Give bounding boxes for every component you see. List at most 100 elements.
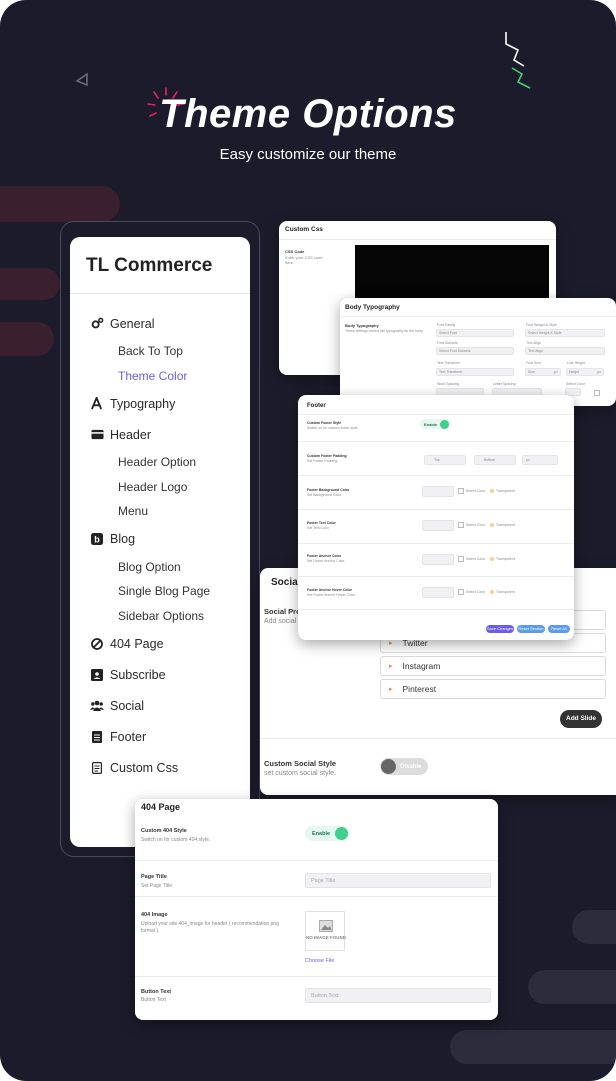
font-icon: [90, 397, 104, 411]
text-align-label: Text Align: [526, 341, 541, 345]
field-label: Footer Background Color: [307, 488, 350, 492]
sidebar-item-404-page[interactable]: 404 Page: [70, 628, 250, 659]
padding-top-input[interactable]: Top: [424, 455, 466, 465]
field-label: Footer Anchor Color: [307, 554, 342, 558]
field-desc: Upload your site 404_image for header ( …: [141, 921, 279, 934]
field-label: Social Pro: [264, 607, 301, 616]
sidebar-subitem-theme-color[interactable]: Theme Color: [70, 364, 250, 389]
save-changes-button[interactable]: Save Changes: [486, 625, 514, 633]
text-transform-select[interactable]: Text Transform: [436, 368, 514, 376]
sidebar-item-label: Social: [110, 698, 145, 713]
social-link-item[interactable]: ▸ Instagram: [380, 656, 606, 676]
reset-all-button[interactable]: Reset All: [548, 625, 570, 633]
add-slide-button[interactable]: Add Slide: [560, 710, 602, 728]
line-height-input[interactable]: Height px: [566, 368, 604, 376]
toggle-label: Enable: [424, 421, 438, 427]
text-align-select[interactable]: Text Align: [525, 347, 605, 355]
social-link-label: Instagram: [402, 661, 441, 671]
sidebar-item-header[interactable]: Header: [70, 419, 250, 450]
select-color-checkbox[interactable]: [458, 522, 464, 528]
footer-panel: Footer Custom Footer Style Switch on for…: [298, 395, 574, 640]
deco-bar: [450, 1030, 616, 1064]
panel-title: Body Typography: [345, 304, 400, 311]
transparent-checkbox[interactable]: [594, 390, 600, 396]
sidebar-subitem-single-blog-page[interactable]: Single Blog Page: [70, 579, 250, 604]
sidebar-item-custom-css[interactable]: Custom Css: [70, 752, 250, 783]
field-desc: Set Footer Anchor Color: [307, 559, 345, 563]
field-label: Button Text: [141, 989, 172, 995]
sidebar-item-social[interactable]: Social: [70, 690, 250, 721]
font-family-select[interactable]: Select Font: [436, 329, 514, 337]
select-color-checkbox[interactable]: [458, 488, 464, 494]
triangle-icon: [75, 72, 88, 87]
sidebar-subitem-header-logo[interactable]: Header Logo: [70, 475, 250, 500]
sidebar-item-subscribe[interactable]: Subscribe: [70, 659, 250, 690]
page-title-input[interactable]: Page Title: [305, 873, 491, 888]
arrow-icon: ▸: [389, 663, 393, 670]
users-icon: [90, 699, 104, 713]
promo-canvas: Theme Options Easy customize our theme T…: [0, 0, 616, 1081]
select-color-checkbox[interactable]: [458, 556, 464, 562]
select-color-label: Select Color: [466, 489, 486, 493]
anchor-hover-color-swatch[interactable]: [422, 587, 454, 598]
custom-404-toggle[interactable]: Enable: [305, 826, 349, 841]
zigzag-icon: [505, 32, 531, 89]
svg-text:b: b: [94, 535, 100, 545]
anchor-color-swatch[interactable]: [422, 554, 454, 565]
field-label: Footer Anchor Hover Color: [307, 588, 352, 592]
padding-unit-select[interactable]: px: [522, 455, 558, 465]
choose-file-link[interactable]: Choose File: [305, 958, 334, 964]
font-size-input[interactable]: Size px: [525, 368, 561, 376]
image-icon: [319, 920, 333, 932]
sidebar-item-label: General: [110, 316, 155, 331]
bg-color-swatch[interactable]: [422, 486, 454, 497]
panel-title: Custom Css: [285, 226, 323, 233]
page-404-panel: 404 Page Custom 404 Style Switch on for …: [135, 799, 498, 1020]
sidebar-item-blog[interactable]: b Blog: [70, 524, 250, 555]
button-text-input[interactable]: Button Text: [305, 988, 491, 1003]
font-subsets-select[interactable]: Select Font Subsets: [436, 347, 514, 355]
transparent-label: Transparent: [496, 523, 515, 527]
select-color-checkbox[interactable]: [458, 589, 464, 595]
deco-bar: [0, 186, 120, 222]
sidebar-item-footer[interactable]: Footer: [70, 721, 250, 752]
font-family-label: Font Family: [437, 323, 456, 327]
padding-bottom-input[interactable]: Bottom: [474, 455, 516, 465]
footer-style-toggle[interactable]: Enable: [420, 419, 450, 429]
social-style-toggle[interactable]: Disable: [380, 758, 428, 775]
sidebar-item-label: Footer: [110, 729, 147, 744]
field-desc: Button Text: [141, 997, 166, 1003]
panel-title: 404 Page: [141, 802, 181, 812]
no-image-placeholder: NO IMAGE FOUND: [305, 911, 346, 951]
field-desc: Set Page Title: [141, 883, 173, 889]
text-color-swatch[interactable]: [422, 520, 454, 531]
toggle-knob: [381, 759, 396, 774]
sidebar-item-typography[interactable]: Typography: [70, 388, 250, 419]
letter-spacing-label: Letter Spacing: [493, 382, 516, 386]
field-desc: Enter your CSS code here.: [285, 255, 323, 265]
sidebar-item-label: Header: [110, 427, 151, 442]
field-label: Body Typography: [345, 323, 379, 328]
font-size-label: Font Size: [526, 361, 541, 365]
field-desc: Switch on for custom 404 style.: [141, 837, 211, 843]
field-desc: Set Footer Padding.: [307, 459, 339, 463]
panel-title: Footer: [307, 403, 326, 409]
typography-panel: Body Typography Body Typography These se…: [340, 298, 616, 406]
sidebar-subitem-blog-option[interactable]: Blog Option: [70, 555, 250, 580]
file-text-icon: [90, 761, 104, 775]
brand-title: TL Commerce: [70, 237, 250, 294]
text-transform-label: Text Transform: [437, 361, 461, 365]
sidebar-subitem-header-option[interactable]: Header Option: [70, 450, 250, 475]
arrow-icon: ▸: [389, 686, 393, 693]
sidebar-subitem-sidebar-options[interactable]: Sidebar Options: [70, 604, 250, 629]
social-link-item[interactable]: ▸ Pinterest: [380, 679, 606, 699]
transparent-label: Transparent: [496, 590, 515, 594]
field-desc: Set Background Color: [307, 493, 342, 497]
reset-section-button[interactable]: Reset Section: [517, 625, 545, 633]
sidebar-subitem-menu[interactable]: Menu: [70, 499, 250, 524]
select-color-label: Select Color: [466, 557, 486, 561]
field-label: Custom Social Style: [264, 759, 337, 768]
sidebar-subitem-back-to-top[interactable]: Back To Top: [70, 339, 250, 364]
sidebar-item-general[interactable]: General: [70, 308, 250, 339]
font-weight-select[interactable]: Select Weight & Style: [525, 329, 605, 337]
